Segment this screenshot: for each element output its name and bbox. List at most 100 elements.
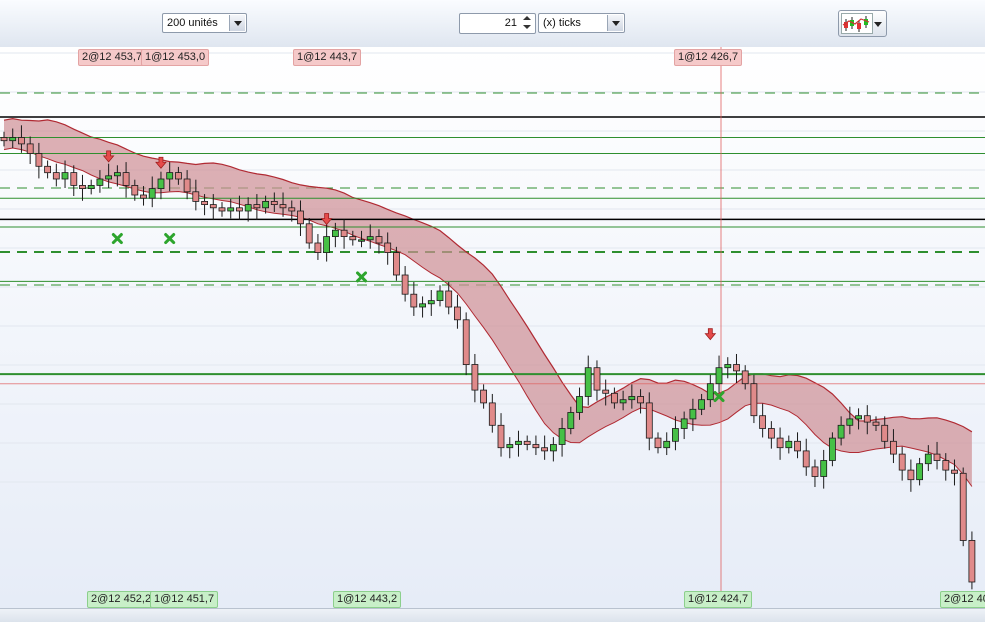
interval-stepper[interactable]: 21	[459, 13, 536, 34]
candlestick-chart-icon	[841, 13, 873, 34]
bear-candle	[375, 236, 383, 244]
bear-candle	[52, 172, 60, 180]
bear-candle	[462, 319, 470, 365]
bear-candle	[759, 415, 766, 429]
bull-candle	[506, 444, 514, 449]
top-order-tag: 1@12 443,7	[293, 49, 362, 66]
interval-unit-value: (x) ticks	[543, 17, 581, 29]
bear-candle	[802, 450, 810, 468]
bear-candle	[733, 364, 740, 372]
bull-candle	[680, 418, 688, 429]
bear-candle	[523, 440, 531, 445]
bear-candle	[340, 229, 348, 237]
bull-candle	[619, 399, 627, 404]
bottom-order-tag: 1@12 443,2	[333, 591, 402, 608]
bear-candle	[70, 172, 78, 186]
top-order-tag: 1@12 453,0	[141, 49, 210, 66]
bull-candle	[96, 178, 104, 186]
chart-footer-bar	[0, 608, 985, 622]
bear-candle	[768, 428, 775, 439]
bear-candle	[279, 204, 287, 209]
bull-candle	[148, 188, 156, 199]
bull-candle	[87, 184, 95, 189]
bull-candle	[672, 428, 679, 442]
bear-candle	[602, 389, 610, 394]
bear-candle	[794, 440, 801, 452]
bull-candle	[715, 367, 723, 385]
chevron-down-icon[interactable]	[229, 15, 245, 31]
bear-candle	[488, 402, 496, 426]
bull-candle	[846, 418, 854, 426]
bear-candle	[445, 290, 453, 308]
bear-candle	[35, 153, 43, 167]
bear-candle	[314, 242, 322, 254]
chevron-down-icon[interactable]	[874, 22, 882, 27]
bear-candle	[951, 469, 958, 474]
bull-candle	[698, 399, 705, 410]
bull-candle	[724, 364, 732, 369]
bull-candle	[567, 412, 575, 429]
bear-candle	[174, 172, 182, 180]
bear-candle	[497, 424, 505, 449]
bear-candle	[811, 466, 819, 477]
chart-style-button[interactable]	[838, 10, 887, 37]
bull-candle	[262, 200, 270, 209]
bear-candle	[122, 172, 130, 186]
top-order-tag: 1@12 426,7	[674, 49, 743, 66]
bear-candle	[384, 242, 392, 254]
bull-candle	[576, 396, 583, 413]
bull-candle	[916, 463, 923, 481]
interval-unit-select[interactable]: (x) ticks	[538, 13, 625, 33]
bull-candle	[924, 453, 932, 465]
bear-candle	[776, 437, 784, 449]
bull-candle	[244, 204, 252, 212]
bear-candle	[654, 437, 662, 449]
bear-candle	[933, 453, 941, 461]
stepper-down-icon[interactable]	[520, 23, 534, 31]
bull-candle	[427, 300, 435, 305]
bull-candle	[837, 424, 845, 439]
bear-candle	[968, 539, 976, 583]
stepper-up-icon[interactable]	[520, 15, 534, 23]
units-select[interactable]: 200 unités	[162, 13, 247, 33]
bottom-order-tag: 1@12 424,7	[684, 591, 753, 608]
bull-candle	[855, 415, 862, 420]
bear-candle	[201, 200, 209, 205]
bull-candle	[358, 239, 365, 242]
bear-candle	[209, 204, 217, 209]
bull-candle	[9, 137, 17, 142]
bull-candle	[829, 437, 836, 461]
bull-candle	[166, 172, 174, 180]
bull-candle	[227, 207, 235, 212]
bear-candle	[26, 143, 34, 154]
bull-candle	[550, 444, 557, 452]
bear-candle	[270, 200, 278, 205]
bear-candle	[297, 210, 304, 225]
bear-candle	[131, 184, 139, 196]
bull-candle	[331, 229, 339, 237]
bull-candle	[689, 408, 697, 420]
bull-candle	[706, 383, 714, 401]
chevron-down-icon[interactable]	[607, 15, 623, 31]
bull-candle	[584, 367, 592, 397]
bull-candle	[785, 440, 793, 449]
bear-candle	[235, 207, 243, 212]
bear-candle	[392, 252, 400, 276]
bottom-order-tag: 1@12 451,7	[150, 591, 219, 608]
bear-candle	[0, 137, 8, 142]
price-chart[interactable]	[0, 47, 985, 608]
bull-candle	[105, 175, 112, 180]
bear-candle	[942, 460, 950, 471]
bear-candle	[898, 453, 906, 471]
bull-candle	[663, 440, 671, 449]
bull-candle	[628, 396, 636, 401]
bear-candle	[741, 370, 749, 385]
bull-candle	[820, 460, 828, 477]
interval-value: 21	[504, 17, 517, 29]
bear-candle	[79, 184, 86, 189]
bear-candle	[192, 191, 200, 202]
bear-candle	[872, 421, 880, 426]
bull-candle	[366, 236, 374, 241]
bottom-order-tag: 2@12 40	[940, 591, 985, 608]
bear-candle	[532, 444, 540, 449]
